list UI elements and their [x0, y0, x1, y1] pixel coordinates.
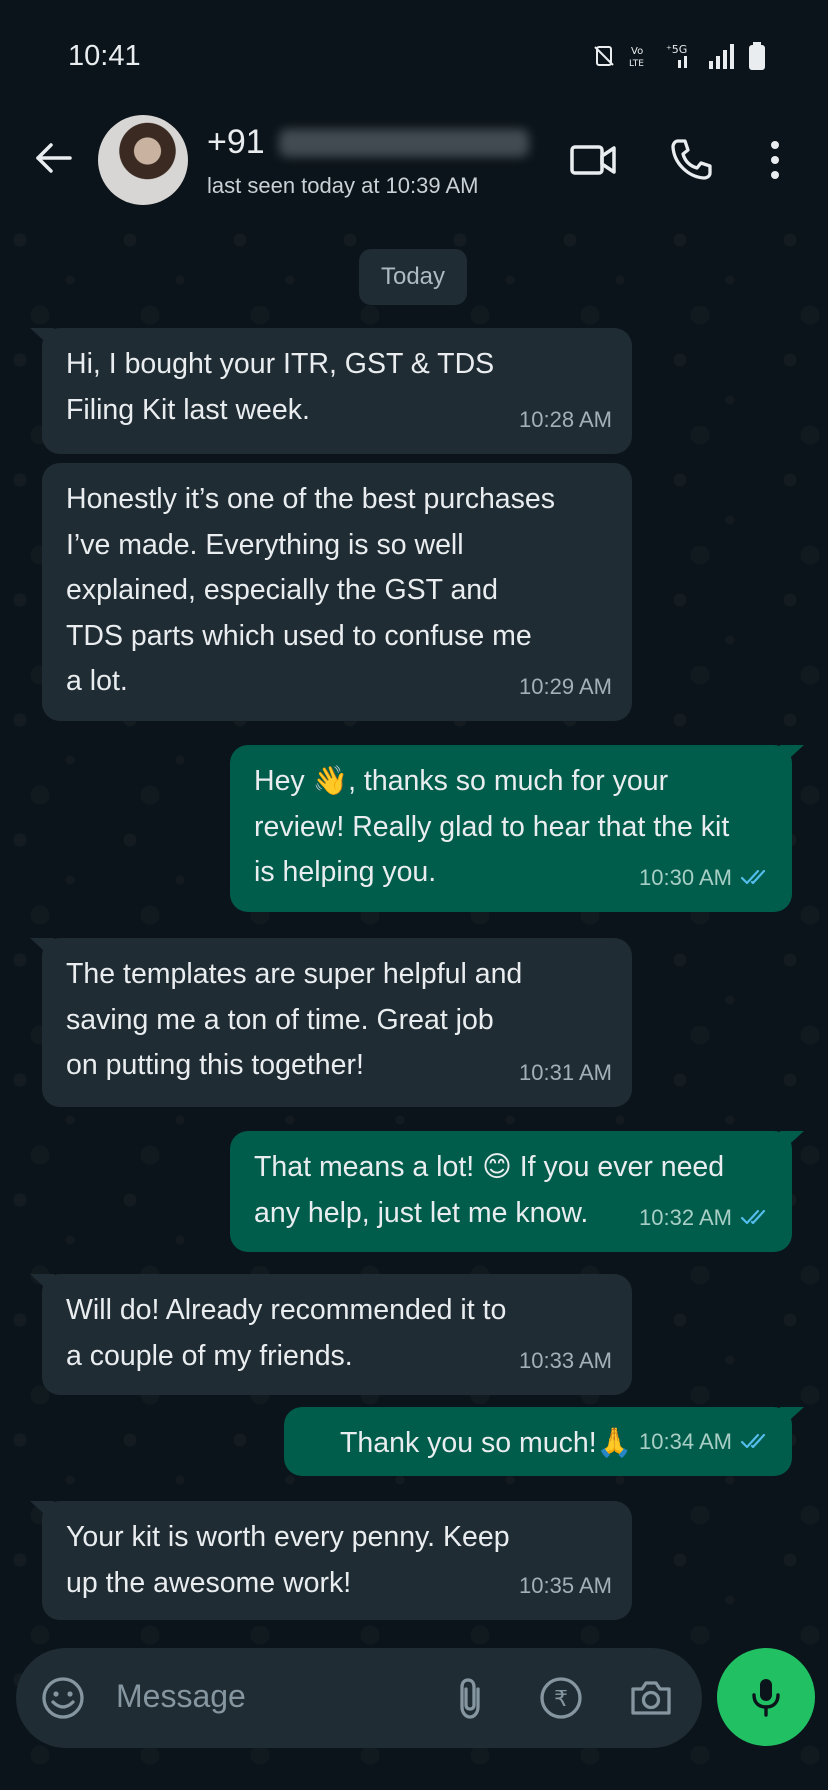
- mic-button[interactable]: [717, 1648, 815, 1746]
- read-ticks-icon: [740, 1210, 766, 1225]
- message-input[interactable]: Message: [116, 1678, 246, 1715]
- mic-icon: [752, 1679, 780, 1717]
- signal-bars-icon: [709, 44, 734, 69]
- read-ticks-icon: [740, 1434, 766, 1449]
- status-time: 10:41: [68, 40, 141, 72]
- message-bubble-incoming[interactable]: Will do! Already recommended it to a cou…: [30, 1274, 632, 1395]
- 5g-signal-icon: ⁺5G: [666, 43, 687, 68]
- camera-icon[interactable]: [628, 1675, 674, 1721]
- more-vert-icon[interactable]: [750, 135, 800, 185]
- message-bubble-outgoing[interactable]: That means a lot! 😊 If you ever need any…: [230, 1131, 804, 1252]
- read-ticks-icon: [740, 870, 766, 885]
- message-bubble-incoming[interactable]: Your kit is worth every penny. Keep up t…: [30, 1501, 632, 1620]
- message-composer: Message ₹: [16, 1648, 702, 1748]
- contact-phone-prefix: +91: [207, 123, 265, 161]
- message-time: 10:34 AM: [639, 1428, 732, 1454]
- message-meta: 10:28 AM: [519, 397, 612, 443]
- status-bar: 10:41 Vo LTE ⁺5G: [0, 0, 828, 110]
- voice-call-icon[interactable]: [666, 135, 716, 185]
- emoji-icon[interactable]: [40, 1675, 86, 1721]
- message-time: 10:28 AM: [519, 406, 612, 432]
- message-meta: 10:35 AM: [519, 1563, 612, 1609]
- volte-icon: Vo LTE: [629, 46, 644, 69]
- message-meta: 10:30 AM: [639, 855, 772, 901]
- svg-text:Vo: Vo: [631, 46, 643, 57]
- message-meta: 10:34 AM: [639, 1419, 772, 1465]
- last-seen-status: last seen today at 10:39 AM: [207, 173, 479, 198]
- message-time: 10:31 AM: [519, 1059, 612, 1085]
- status-icons: Vo LTE ⁺5G: [592, 42, 766, 70]
- message-meta: 10:33 AM: [519, 1338, 612, 1384]
- contact-name[interactable]: +91: [207, 123, 529, 162]
- date-divider: Today: [359, 249, 467, 305]
- rupee-payment-icon[interactable]: ₹: [538, 1675, 584, 1721]
- message-time: 10:29 AM: [519, 673, 612, 699]
- contact-avatar[interactable]: [98, 115, 188, 205]
- svg-text:₹: ₹: [554, 1687, 568, 1712]
- message-time: 10:30 AM: [639, 864, 732, 890]
- message-bubble-incoming[interactable]: The templates are super helpful and savi…: [30, 938, 632, 1107]
- message-bubble-outgoing[interactable]: Hey 👋, thanks so much for your review! R…: [230, 745, 804, 912]
- video-call-icon[interactable]: [568, 135, 618, 185]
- message-time: 10:33 AM: [519, 1347, 612, 1373]
- message-bubble-incoming[interactable]: Honestly it’s one of the best purchases …: [42, 463, 632, 721]
- message-meta: 10:32 AM: [639, 1195, 772, 1241]
- back-arrow-icon[interactable]: [30, 135, 76, 181]
- svg-text:LTE: LTE: [629, 59, 644, 69]
- redacted-phone-number: [278, 128, 529, 157]
- message-time: 10:32 AM: [639, 1204, 732, 1230]
- svg-text:⁺5G: ⁺5G: [666, 43, 687, 56]
- message-bubble-incoming[interactable]: Hi, I bought your ITR, GST & TDS Filing …: [30, 328, 632, 454]
- message-meta: 10:31 AM: [519, 1050, 612, 1096]
- message-time: 10:35 AM: [519, 1572, 612, 1598]
- attach-icon[interactable]: [448, 1675, 494, 1721]
- message-bubble-outgoing[interactable]: Thank you so much!🙏 10:34 AM: [284, 1407, 804, 1476]
- message-meta: 10:29 AM: [519, 664, 612, 710]
- battery-icon: [749, 42, 765, 70]
- vibrate-mute-icon: [594, 46, 614, 66]
- chat-header: +91 last seen today at 10:39 AM: [0, 105, 828, 220]
